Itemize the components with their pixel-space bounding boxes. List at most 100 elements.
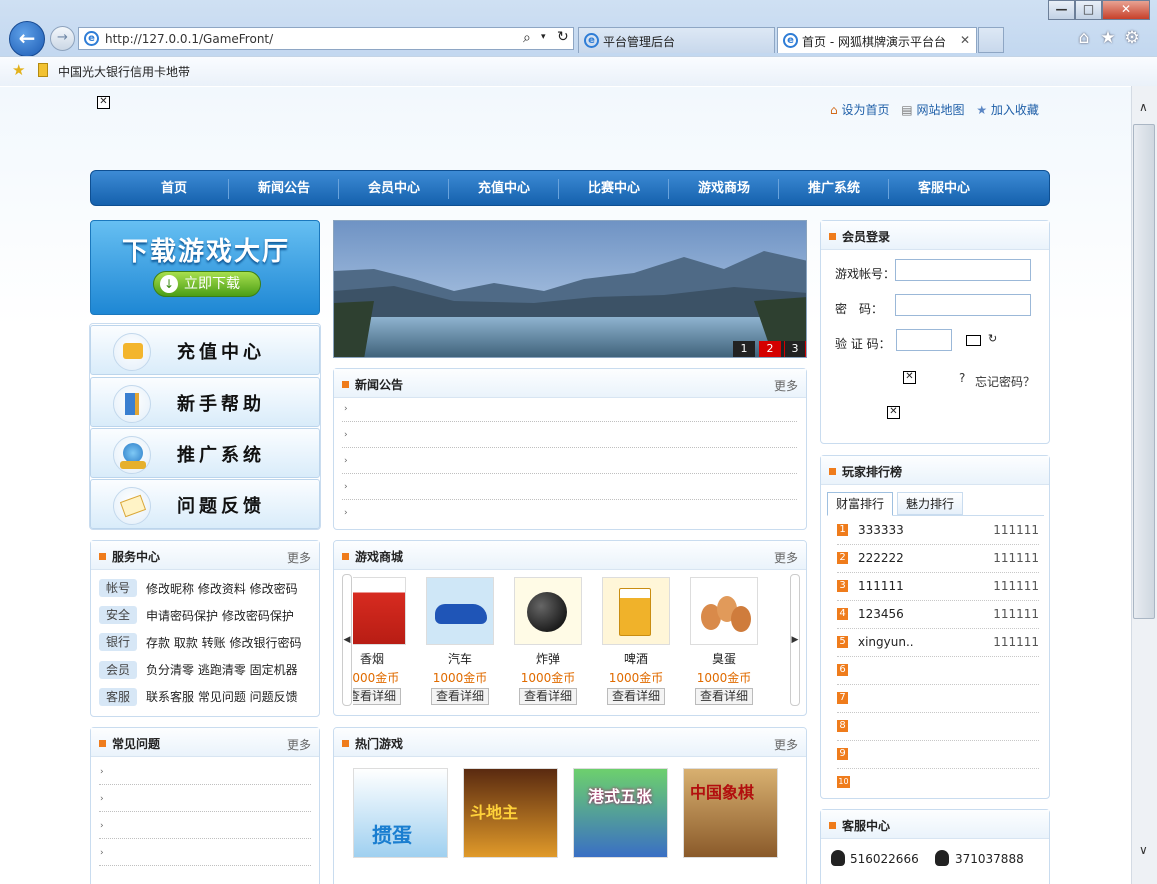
mall-item-detail-button[interactable]: 查看详细 (607, 688, 665, 705)
address-url[interactable]: http://127.0.0.1/GameFront/ (105, 32, 273, 46)
account-input[interactable] (895, 259, 1031, 281)
mall-prev-arrow[interactable]: ◀ (342, 574, 352, 706)
quicklink-promotion[interactable]: 推广系统 (90, 428, 320, 478)
tab-charm[interactable]: 魅力排行 (897, 492, 963, 515)
news-panel: 新闻公告 更多 › › › › › (333, 368, 807, 530)
address-bar[interactable]: e http://127.0.0.1/GameFront/ ⌕ ▾ ↻ (78, 27, 574, 50)
forgot-password-link[interactable]: 忘记密码？ (975, 373, 1035, 390)
download-banner[interactable]: 下载游戏大厅 ↓ 立即下载 (90, 220, 320, 315)
scrollbar-thumb[interactable] (1133, 124, 1155, 619)
back-button[interactable]: ← (9, 21, 45, 57)
arrow-bullet-icon (829, 233, 836, 240)
sitemap-link[interactable]: 网站地图 (916, 103, 964, 117)
nav-mall[interactable]: 游戏商场 (669, 171, 779, 207)
game-hk-fivecard-image[interactable]: 港式五张 (573, 768, 668, 858)
captcha-input[interactable] (896, 329, 952, 351)
service-panel: 服务中心 更多 帐号 修改昵称 修改资料 修改密码 安全 申请密码保护 修改密码… (90, 540, 320, 717)
nav-promotion[interactable]: 推广系统 (779, 171, 889, 207)
mall-item-detail-button[interactable]: 查看详细 (353, 688, 401, 705)
set-home-link[interactable]: 设为首页 (841, 103, 889, 117)
register-button-broken-image[interactable]: ✕ (887, 406, 900, 419)
new-tab-button[interactable] (978, 27, 1004, 53)
panel-header: 会员登录 (821, 221, 1049, 250)
home-icon[interactable]: ⌂ (1074, 28, 1094, 48)
more-link[interactable]: 更多 (774, 736, 798, 753)
bomb-image (514, 577, 582, 645)
nav-news[interactable]: 新闻公告 (229, 171, 339, 207)
back-arrow-icon: ← (18, 26, 36, 50)
login-button-broken-image[interactable]: ✕ (903, 371, 916, 384)
panel-header: 热门游戏 更多 (334, 728, 806, 757)
maximize-button[interactable]: □ (1075, 0, 1102, 20)
captcha-image[interactable] (966, 335, 981, 346)
refresh-icon[interactable]: ↻ (557, 29, 569, 45)
service-links[interactable]: 存款 取款 转账 修改银行密码 (146, 634, 301, 651)
quicklink-feedback[interactable]: 问题反馈 (90, 479, 320, 529)
nav-home[interactable]: 首页 (119, 171, 229, 207)
more-link[interactable]: 更多 (287, 549, 311, 566)
minimize-button[interactable]: — (1048, 0, 1075, 20)
mall-next-arrow[interactable]: ▶ (790, 574, 800, 706)
scroll-down-icon[interactable]: ∨ (1139, 843, 1148, 857)
account-label: 游戏帐号： (835, 267, 896, 281)
more-link[interactable]: 更多 (287, 736, 311, 753)
quicklink-recharge[interactable]: 充值中心 (90, 325, 320, 375)
quicklink-help[interactable]: 新手帮助 (90, 377, 320, 427)
favorites-star-icon[interactable]: ★ (1098, 28, 1118, 48)
hotgames-panel: 热门游戏 更多 掼蛋 斗地主 港式五张 中国象棋 (333, 727, 807, 884)
banner-page-1[interactable]: 1 (733, 341, 755, 357)
tab-admin[interactable]: e 平台管理后台 (578, 27, 775, 53)
game-chinese-chess-image[interactable]: 中国象棋 (683, 768, 778, 858)
favorites-link[interactable]: 中国光大银行信用卡地带 (58, 63, 190, 80)
service-tag: 帐号 (99, 579, 137, 597)
scroll-up-icon[interactable]: ∧ (1139, 100, 1148, 114)
qq-number[interactable]: 371037888 (955, 852, 1024, 866)
game-doudizhu-image[interactable]: 斗地主 (463, 768, 558, 858)
qq-penguin-icon (831, 850, 845, 866)
service-tag: 会员 (99, 661, 137, 679)
mall-item-detail-button[interactable]: 查看详细 (431, 688, 489, 705)
bookmark-link[interactable]: 加入收藏 (991, 103, 1039, 117)
service-links[interactable]: 申请密码保护 修改密码保护 (146, 607, 294, 624)
mall-item-detail-button[interactable]: 查看详细 (519, 688, 577, 705)
banner-page-3[interactable]: 3 (785, 341, 805, 357)
password-input[interactable] (895, 294, 1031, 316)
nav-match[interactable]: 比赛中心 (559, 171, 669, 207)
list-divider (99, 811, 311, 812)
close-tab-icon[interactable]: ✕ (960, 33, 970, 47)
service-links[interactable]: 修改昵称 修改资料 修改密码 (146, 580, 298, 597)
nav-service[interactable]: 客服中心 (889, 171, 999, 207)
tab-home[interactable]: e 首页 - 网狐棋牌演示平台台 ✕ (777, 27, 977, 53)
dropdown-icon[interactable]: ▾ (541, 32, 546, 42)
refresh-captcha-icon[interactable]: ↻ (988, 332, 997, 345)
rank-score: 111111 (993, 579, 1039, 593)
banner-page-2[interactable]: 2 (759, 341, 781, 357)
banner-page-button[interactable]: 3 (806, 341, 807, 357)
help-icon: ? (959, 371, 966, 385)
search-icon[interactable]: ⌕ (523, 30, 531, 46)
service-links[interactable]: 负分清零 逃跑清零 固定机器 (146, 661, 298, 678)
rank-badge: 9 (837, 748, 848, 760)
close-window-button[interactable]: ✕ (1102, 0, 1150, 20)
game-guandan-image[interactable]: 掼蛋 (353, 768, 448, 858)
qq-number[interactable]: 516022666 (850, 852, 919, 866)
tab-wealth[interactable]: 财富排行 (827, 492, 893, 516)
mall-item-price: 1000金币 (353, 671, 400, 685)
eggs-image (690, 577, 758, 645)
more-link[interactable]: 更多 (774, 377, 798, 394)
arrow-bullet-icon (829, 468, 836, 475)
nav-member[interactable]: 会员中心 (339, 171, 449, 207)
bookmark-icon: ★ (976, 103, 988, 117)
panel-title: 会员登录 (829, 228, 890, 245)
forward-button[interactable]: → (50, 26, 75, 51)
favorites-add-icon[interactable]: ★ (12, 61, 25, 79)
mall-item-name: 啤酒 (623, 652, 648, 666)
mall-item-detail-button[interactable]: 查看详细 (695, 688, 753, 705)
nav-recharge[interactable]: 充值中心 (449, 171, 559, 207)
rank-player: 222222 (858, 551, 904, 565)
gear-icon[interactable]: ⚙ (1122, 28, 1142, 48)
download-now-label: 立即下载 (184, 276, 240, 292)
banner-slideshow[interactable]: 1 2 3 (333, 220, 807, 358)
service-links[interactable]: 联系客服 常见问题 问题反馈 (146, 688, 298, 705)
download-now-button[interactable]: ↓ 立即下载 (153, 271, 261, 297)
